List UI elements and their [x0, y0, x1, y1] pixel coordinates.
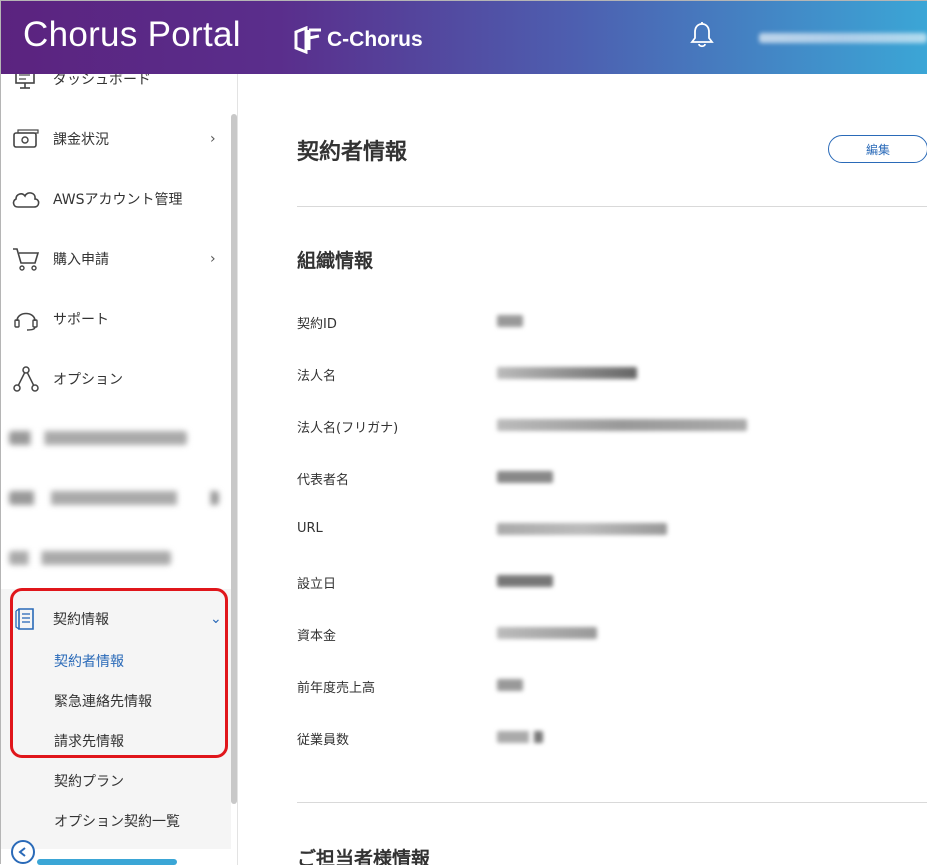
brand-name: C-Chorus: [327, 28, 423, 51]
sidebar-item-purchase[interactable]: 購入申請 ›: [1, 239, 231, 279]
field-value-redacted: [497, 731, 543, 743]
sidebar-item-dashboard[interactable]: ダッシュボード: [1, 74, 231, 99]
field-label-contract-id: 契約ID: [297, 317, 337, 332]
edit-button[interactable]: 編集: [828, 135, 927, 163]
field-value-redacted: [497, 367, 637, 379]
sidebar-item-aws-account[interactable]: AWSアカウント管理: [1, 179, 231, 219]
headset-icon: [10, 305, 42, 333]
document-icon: [10, 605, 42, 633]
field-label-capital: 資本金: [297, 629, 337, 644]
sidebar-item-billing[interactable]: 課金状況 ›: [1, 119, 231, 159]
user-menu[interactable]: [759, 33, 927, 43]
sidebar-subitem-option-contracts[interactable]: オプション契約一覧: [54, 811, 180, 831]
field-value-redacted: [497, 627, 597, 639]
field-label-company-name: 法人名: [297, 369, 337, 384]
sidebar-item-label: ダッシュボード: [53, 74, 151, 88]
field-label-representative: 代表者名: [297, 473, 350, 488]
field-value-redacted: [497, 575, 553, 587]
page-title: 契約者情報: [297, 140, 408, 165]
field-value-redacted: [497, 471, 553, 483]
sidebar-subitem-contract-plan[interactable]: 契約プラン: [54, 771, 124, 791]
sidebar-item-contract-info[interactable]: 契約情報 ⌄: [1, 599, 231, 639]
field-value-redacted: [497, 523, 667, 535]
divider: [297, 802, 927, 803]
field-label-founded: 設立日: [297, 577, 337, 592]
field-label-prev-year-sales: 前年度売上高: [297, 681, 376, 696]
sidebar-item-label: オプション: [53, 372, 123, 388]
field-value-redacted: [497, 419, 747, 431]
divider: [297, 206, 927, 207]
sidebar-subitem-contractor-info[interactable]: 契約者情報: [54, 651, 124, 671]
option-icon: [10, 365, 42, 393]
chevron-left-icon[interactable]: [11, 840, 35, 864]
sidebar-item-label: 課金状況: [53, 132, 109, 148]
sidebar-item-support[interactable]: サポート: [1, 299, 231, 339]
app-title: Chorus Portal: [23, 15, 241, 54]
billing-icon: [10, 125, 42, 153]
sidebar-item-label: 契約情報: [53, 612, 109, 628]
sidebar-scrollbar[interactable]: [231, 114, 237, 804]
chevron-right-icon: ›: [210, 131, 216, 147]
sidebar-item-redacted[interactable]: [9, 551, 171, 565]
horizontal-scrollbar[interactable]: [37, 859, 177, 865]
sidebar-item-label: AWSアカウント管理: [53, 192, 183, 208]
sidebar-subitem-emergency-contact[interactable]: 緊急連絡先情報: [54, 691, 152, 711]
sidebar-item-label: サポート: [53, 312, 109, 328]
sidebar-item-label: 購入申請: [53, 252, 109, 268]
section-title-organization: 組織情報: [297, 250, 374, 272]
dashboard-icon: [10, 74, 42, 93]
sidebar-item-redacted[interactable]: [9, 431, 187, 445]
main-content: 契約者情報 編集 組織情報 契約ID 法人名 法人名(フリガナ) 代表者名 UR…: [238, 74, 927, 865]
field-label-employees: 従業員数: [297, 733, 350, 748]
cart-icon: [10, 245, 42, 273]
field-label-url: URL: [297, 521, 323, 536]
sidebar-item-redacted[interactable]: [9, 491, 219, 505]
chevron-down-icon: ⌄: [210, 611, 222, 627]
c-chorus-logo-icon: [294, 26, 321, 54]
field-label-company-name-kana: 法人名(フリガナ): [297, 421, 399, 436]
field-value-redacted: [497, 315, 523, 327]
sidebar-subitem-billing-address[interactable]: 請求先情報: [54, 731, 124, 751]
sidebar: ダッシュボード 課金状況 › AWSアカウント管理 購入申請 › サポート オプ…: [1, 74, 238, 865]
bell-icon[interactable]: [689, 21, 715, 49]
sidebar-item-option[interactable]: オプション: [1, 359, 231, 399]
cloud-icon: [10, 185, 42, 213]
brand-logo[interactable]: C-Chorus: [293, 26, 423, 54]
app-header: Chorus Portal C-Chorus: [1, 1, 927, 74]
section-title-contact-person: ご担当者様情報: [297, 848, 431, 865]
chevron-right-icon: ›: [210, 251, 216, 267]
field-value-redacted: [497, 679, 523, 691]
